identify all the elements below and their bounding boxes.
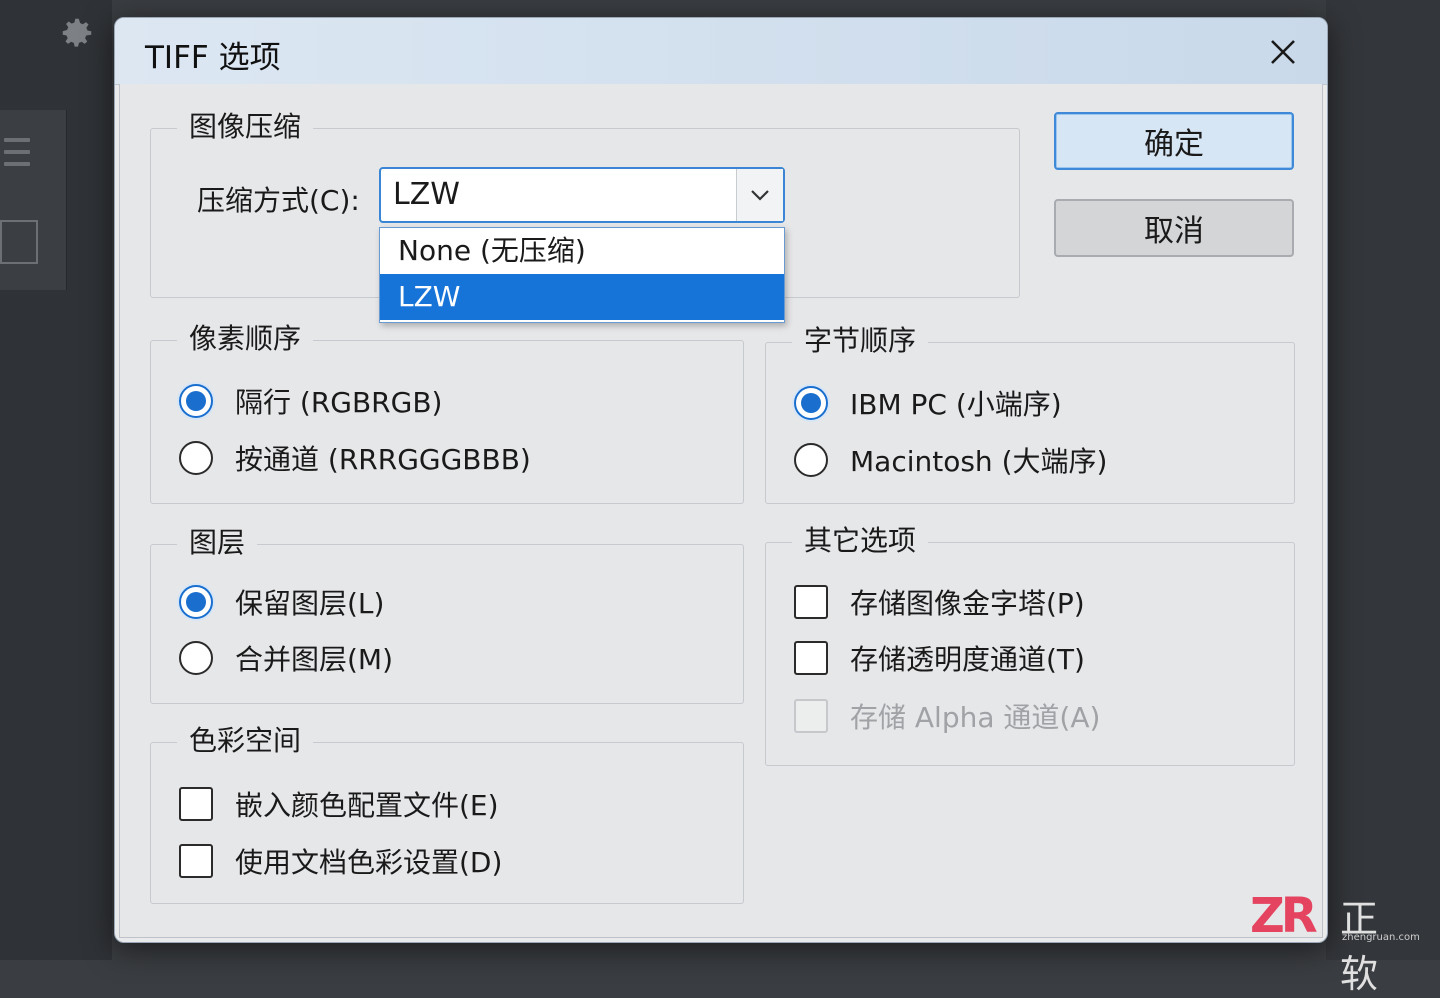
checkbox-label: 存储透明度通道(T) <box>850 643 1085 676</box>
group-label: 其它选项 <box>792 519 929 563</box>
checkbox-save-transparency[interactable]: 存储透明度通道(T) <box>794 638 1085 678</box>
radio-flatten-layers[interactable]: 合并图层(M) <box>179 638 393 678</box>
checkbox-label: 存储图像金字塔(P) <box>850 587 1085 620</box>
close-icon <box>1271 40 1295 64</box>
radio-label: IBM PC (小端序) <box>850 388 1062 421</box>
radio-label: 保留图层(L) <box>235 587 385 620</box>
checkbox-save-pyramid[interactable]: 存储图像金字塔(P) <box>794 582 1085 622</box>
radio-checked-icon <box>179 585 213 619</box>
gear-icon <box>58 14 96 52</box>
radio-macintosh[interactable]: Macintosh (大端序) <box>794 440 1107 480</box>
chevron-down-icon[interactable] <box>736 169 783 221</box>
group-label: 字节顺序 <box>792 319 929 363</box>
titlebar: TIFF 选项 <box>115 18 1327 85</box>
cancel-button[interactable]: 取消 <box>1054 199 1294 257</box>
combo-value: LZW <box>393 177 460 212</box>
radio-checked-icon <box>179 384 213 418</box>
watermark-name: 正软 <box>1340 897 1383 996</box>
close-button[interactable] <box>1261 30 1305 74</box>
background-panel <box>0 110 67 290</box>
tiff-options-dialog: TIFF 选项 图像压缩 压缩方式(C): LZW None (无压缩) LZW <box>114 17 1328 943</box>
group-layers: 图层 保留图层(L) 合并图层(M) <box>150 521 744 704</box>
ok-button[interactable]: 确定 <box>1054 112 1294 170</box>
radio-ibm-pc[interactable]: IBM PC (小端序) <box>794 383 1062 423</box>
radio-label: 合并图层(M) <box>235 643 394 676</box>
watermark-url: zhengruan.com <box>1342 932 1420 943</box>
checkbox-label: 嵌入颜色配置文件(E) <box>235 789 499 822</box>
radio-per-channel[interactable]: 按通道 (RRRGGGBBB) <box>179 438 531 478</box>
checkbox-embed-color-profile[interactable]: 嵌入颜色配置文件(E) <box>179 784 499 824</box>
group-byte-order: 字节顺序 IBM PC (小端序) Macintosh (大端序) <box>765 319 1295 504</box>
radio-label: 按通道 (RRRGGGBBB) <box>235 443 531 476</box>
radio-unchecked-icon <box>179 641 213 675</box>
group-image-compression: 图像压缩 压缩方式(C): LZW None (无压缩) LZW <box>150 105 1020 323</box>
compression-dropdown-list: None (无压缩) LZW <box>379 227 785 323</box>
checkbox-label: 使用文档色彩设置(D) <box>235 846 503 879</box>
dropdown-option-none[interactable]: None (无压缩) <box>380 228 784 274</box>
compression-method-combo[interactable]: LZW <box>379 167 785 223</box>
dialog-title: TIFF 选项 <box>145 40 281 76</box>
group-label: 图层 <box>177 521 258 565</box>
radio-label: 隔行 (RGBRGB) <box>235 386 443 419</box>
checkbox-icon <box>179 844 213 878</box>
group-pixel-order: 像素顺序 隔行 (RGBRGB) 按通道 (RRRGGGBBB) <box>150 317 744 504</box>
group-label: 像素顺序 <box>177 317 314 361</box>
compression-method-label: 压缩方式(C): <box>197 184 360 217</box>
radio-unchecked-icon <box>794 443 828 477</box>
radio-unchecked-icon <box>179 441 213 475</box>
checkbox-save-alpha-channel: 存储 Alpha 通道(A) <box>794 696 1100 736</box>
dialog-content: 图像压缩 压缩方式(C): LZW None (无压缩) LZW 确定 取消 像… <box>119 84 1323 938</box>
background-right-area <box>1326 0 1440 960</box>
checkbox-icon <box>794 699 828 733</box>
watermark-zr: ZR <box>1250 888 1318 944</box>
radio-label: Macintosh (大端序) <box>850 445 1108 478</box>
radio-interleaved[interactable]: 隔行 (RGBRGB) <box>179 381 442 421</box>
radio-checked-icon <box>794 386 828 420</box>
group-color-space: 色彩空间 嵌入颜色配置文件(E) 使用文档色彩设置(D) <box>150 719 744 904</box>
checkbox-icon <box>794 641 828 675</box>
group-label: 色彩空间 <box>177 719 314 763</box>
radio-keep-layers[interactable]: 保留图层(L) <box>179 582 384 622</box>
dropdown-option-lzw[interactable]: LZW <box>380 274 784 320</box>
checkbox-label: 存储 Alpha 通道(A) <box>850 701 1101 734</box>
checkbox-icon <box>794 585 828 619</box>
checkbox-icon <box>179 787 213 821</box>
group-other-options: 其它选项 存储图像金字塔(P) 存储透明度通道(T) 存储 Alpha 通道(A… <box>765 519 1295 766</box>
checkbox-use-document-color[interactable]: 使用文档色彩设置(D) <box>179 841 502 881</box>
group-label: 图像压缩 <box>177 105 314 149</box>
